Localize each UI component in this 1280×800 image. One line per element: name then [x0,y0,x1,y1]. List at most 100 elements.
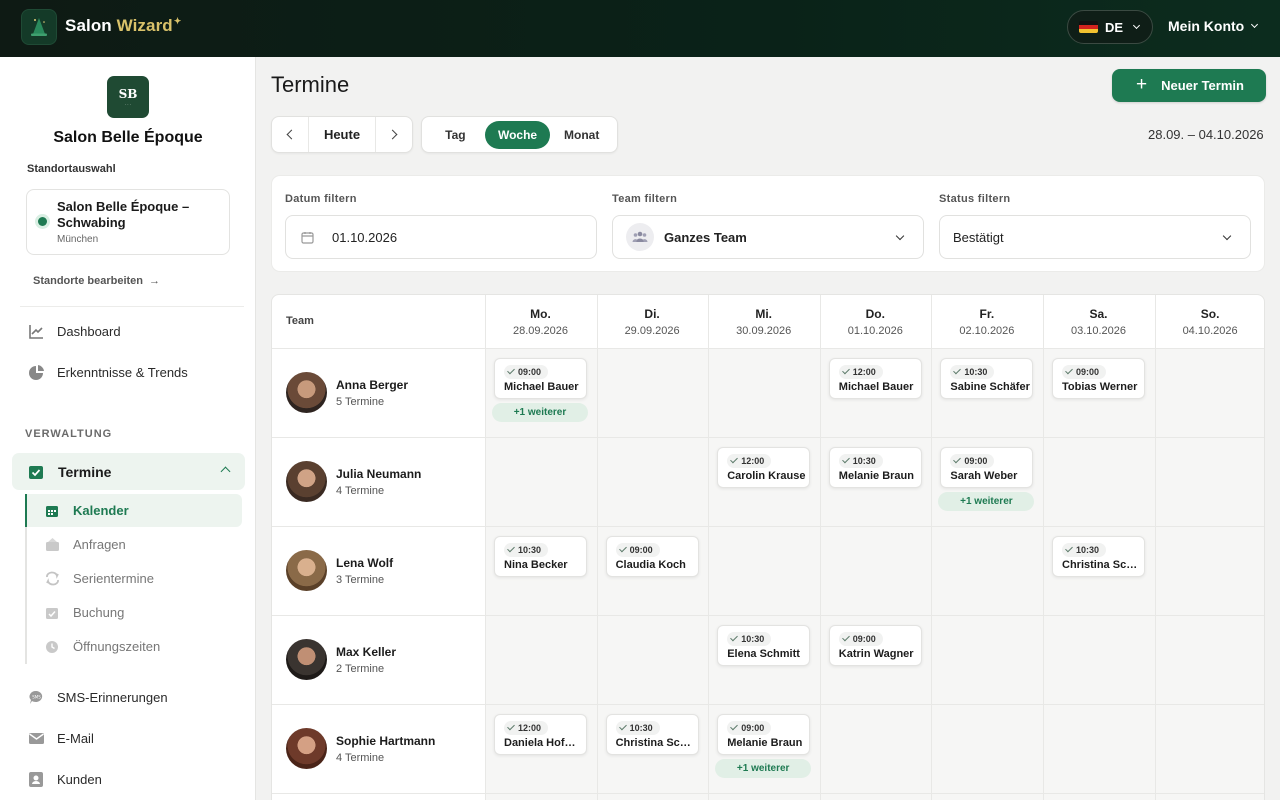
client-name: Michael Bauer [838,381,914,393]
appointment-time: 09:00 [1062,365,1107,379]
calendar-check-icon [44,606,60,620]
location-selector[interactable]: Salon Belle Époque – Schwabing München [26,189,230,255]
appointment-time: 10:30 [838,454,883,468]
edit-locations-link[interactable]: Standorte bearbeiten → [33,275,160,287]
appointment-card[interactable]: 09:00 Melanie Braun [717,714,811,755]
appointment-card[interactable]: 10:30 Christina Schulz [605,714,699,755]
appointment-card[interactable]: 12:00 Daniela Hofmann [494,714,587,755]
date-filter-input[interactable]: 01.10.2026 [285,215,597,259]
sub-label: Öffnungszeiten [73,639,161,654]
client-name: Sarah Weber [950,470,1018,482]
nav-item-insights[interactable]: Erkenntnisse & Trends [20,355,244,389]
appointment-time: 12:00 [838,365,883,379]
language-selector[interactable]: DE [1067,10,1153,44]
staff-appointment-count: 3 Termine [336,573,385,586]
column-divider [1154,295,1156,800]
location-section-label: Standortauswahl [27,163,116,175]
plus-icon: + [1136,73,1148,95]
appointment-card[interactable]: 12:00 Carolin Krause [717,447,811,488]
date-navigation: Heute [271,116,413,153]
view-tab-day[interactable]: Tag [426,121,485,149]
view-tab-week[interactable]: Woche [484,120,551,149]
appointment-card[interactable]: 09:00 Michael Bauer [494,358,587,399]
wizard-hat-logo-icon[interactable] [21,9,57,45]
staff-appointment-count: 5 Termine [336,395,385,408]
previous-button[interactable] [272,117,308,152]
staff-name: Lena Wolf [336,555,394,570]
staff-appointment-count: 4 Termine [336,484,385,497]
staff-member[interactable]: Julia Neumann 4 Termine [286,461,421,502]
appointment-time: 09:00 [950,454,995,468]
divider [20,306,244,307]
time-text: 10:30 [629,723,653,733]
staff-name: Sophie Hartmann [336,733,436,748]
clock-icon [44,640,60,654]
status-filter-select[interactable]: Bestätigt [939,215,1251,259]
new-appointment-button[interactable]: + Neuer Termin [1112,69,1266,102]
appointment-time: 09:00 [838,632,883,646]
client-name: Carolin Krause [727,470,806,482]
more-appointments-button[interactable]: +1 weiterer [492,403,588,422]
brand-name[interactable]: Salon Wizard✦ [65,16,181,36]
appointment-card[interactable]: 10:30 Sabine Schäfer [940,358,1034,399]
appointment-card[interactable]: 10:30 Melanie Braun [828,447,922,488]
time-text: 10:30 [852,456,876,466]
appointment-card[interactable]: 12:00 Michael Bauer [828,358,922,399]
staff-appointment-count: 2 Termine [336,662,385,675]
team-filter-label: Team filtern [612,193,678,205]
team-filter-select[interactable]: Ganzes Team [612,215,924,259]
time-text: 12:00 [741,456,765,466]
sub-label: Anfragen [73,537,126,552]
avatar [286,639,327,680]
check-icon [953,455,962,464]
staff-info: Anna Berger 5 Termine [336,378,408,408]
nav-item-dashboard[interactable]: Dashboard [20,314,244,348]
row-divider [272,704,1264,705]
appointment-card[interactable]: 09:00 Sarah Weber [940,447,1034,488]
sub-item-anfragen[interactable]: Anfragen [27,528,244,561]
appointment-card[interactable]: 10:30 Christina Schulz [1052,536,1145,577]
appointment-card[interactable]: 10:30 Elena Schmitt [717,625,811,666]
nav-item-sms[interactable]: SMS SMS-Erinnerungen [20,680,244,714]
sub-item-kalender[interactable]: Kalender [25,494,242,527]
staff-member[interactable]: Max Keller 2 Termine [286,639,396,680]
more-appointments-button[interactable]: +1 weiterer [938,492,1035,511]
today-button[interactable]: Heute [308,117,376,152]
check-icon [730,722,739,731]
view-tab-month[interactable]: Monat [550,121,613,149]
staff-member[interactable]: Sophie Hartmann 4 Termine [286,728,435,769]
appointment-card[interactable]: 09:00 Tobias Werner [1052,358,1145,399]
nav-item-termine[interactable]: Termine [12,453,245,490]
next-button[interactable] [376,117,412,152]
sub-item-buchung[interactable]: Buchung [27,596,244,629]
client-name: Daniela Hofmann [504,737,584,749]
account-menu[interactable]: Mein Konto [1168,18,1259,34]
sub-item-serientermine[interactable]: Serientermine [27,562,244,595]
time-text: 10:30 [518,545,542,555]
appointment-card[interactable]: 09:00 Katrin Wagner [828,625,922,666]
client-name: Nina Becker [504,559,568,571]
staff-name: Julia Neumann [336,466,422,481]
calendar-icon [44,504,60,518]
sub-item-oeffnungszeiten[interactable]: Öffnungszeiten [27,630,244,663]
appointment-card[interactable]: 09:00 Claudia Koch [605,536,699,577]
appointment-card[interactable]: 10:30 Nina Becker [494,536,587,577]
staff-member[interactable]: Lena Wolf 3 Termine [286,550,393,591]
client-name: Sabine Schäfer [950,381,1030,393]
appointment-time: 10:30 [727,632,772,646]
appointment-time: 09:00 [615,543,660,557]
nav-item-kunden[interactable]: Kunden [20,762,244,796]
staff-member[interactable]: Anna Berger 5 Termine [286,372,408,413]
check-icon [618,722,627,731]
nav-label: Kunden [57,771,102,787]
day-date: 29.09.2026 [624,325,680,337]
nav-item-email[interactable]: E-Mail [20,721,244,755]
edit-locations-label: Standorte bearbeiten [33,275,144,287]
check-icon [507,366,515,375]
avatar [286,728,327,769]
nav-label: Termine [58,463,112,480]
client-name: Tobias Werner [1062,381,1138,393]
appointment-time: 09:00 [504,365,549,379]
staff-name: Max Keller [336,644,397,659]
more-appointments-button[interactable]: +1 weiterer [715,759,812,778]
